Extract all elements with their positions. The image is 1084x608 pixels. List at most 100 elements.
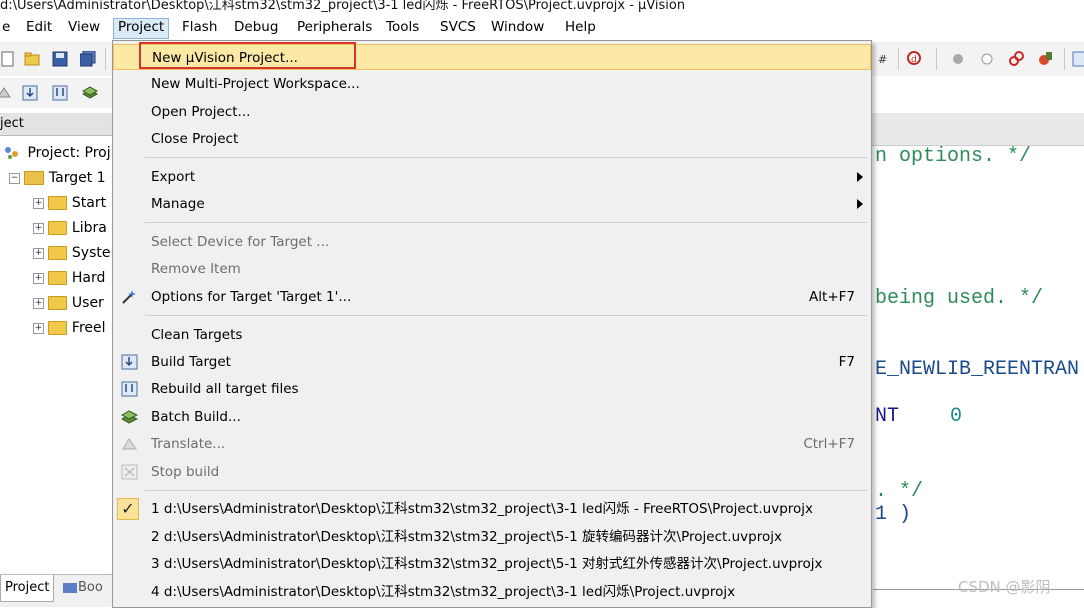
menu-view[interactable]: View bbox=[64, 18, 104, 37]
menu-separator bbox=[145, 490, 867, 491]
expand-icon[interactable]: + bbox=[33, 272, 44, 284]
translate-icon[interactable] bbox=[0, 85, 12, 101]
tree-group[interactable]: + Freel bbox=[33, 316, 106, 340]
menu-tools[interactable]: Tools bbox=[382, 18, 423, 37]
new-file-icon[interactable] bbox=[0, 51, 16, 67]
folder-icon bbox=[48, 271, 68, 285]
watermark: CSDN @影阴 bbox=[958, 578, 1051, 596]
tab-books[interactable]: Boo bbox=[58, 575, 107, 601]
tree-project-root[interactable]: Project: Proj bbox=[3, 141, 111, 165]
find-icon[interactable]: # bbox=[876, 51, 892, 67]
tab-project[interactable]: Project bbox=[0, 575, 55, 602]
menu-item-export[interactable]: Export bbox=[113, 164, 871, 190]
menu-item-label: Rebuild all target files bbox=[151, 381, 299, 397]
tree-project-label: Project: Proj bbox=[27, 145, 111, 161]
menu-item-shortcut: Alt+F7 bbox=[809, 289, 855, 305]
tree-group-label: Hard bbox=[71, 270, 106, 286]
menu-debug[interactable]: Debug bbox=[230, 18, 282, 37]
menu-item-label: Options for Target 'Target 1'... bbox=[151, 289, 352, 305]
menu-item-options-for-target[interactable]: Options for Target 'Target 1'... Alt+F7 bbox=[113, 284, 871, 310]
folder-icon bbox=[48, 321, 68, 335]
menu-help[interactable]: Help bbox=[561, 18, 600, 37]
tree-group-label: Start bbox=[71, 195, 107, 211]
tree-group[interactable]: + Syste bbox=[33, 241, 110, 265]
menu-item-label: Build Target bbox=[151, 354, 231, 370]
tree-group-label: Syste bbox=[71, 245, 111, 261]
window-layout-icon[interactable] bbox=[1072, 51, 1084, 67]
menu-item-recent-project[interactable]: 2 d:\Users\Administrator\Desktop\江科stm32… bbox=[113, 524, 871, 550]
svg-text:d: d bbox=[911, 55, 917, 65]
menu-item-label: 4 d:\Users\Administrator\Desktop\江科stm32… bbox=[151, 584, 736, 600]
translate-icon bbox=[122, 438, 137, 450]
build-toolbar bbox=[0, 78, 115, 108]
tree-target-label: Target 1 bbox=[48, 170, 106, 186]
menu-bar: e Edit View Project Flash Debug Peripher… bbox=[0, 14, 1084, 41]
menu-separator bbox=[145, 157, 867, 158]
menu-window[interactable]: Window bbox=[487, 18, 548, 37]
menu-flash[interactable]: Flash bbox=[178, 18, 221, 37]
menu-item-label: Remove Item bbox=[151, 261, 241, 277]
menu-svcs[interactable]: SVCS bbox=[436, 18, 480, 37]
menu-item-label: Close Project bbox=[151, 131, 239, 147]
expand-icon[interactable]: + bbox=[33, 297, 44, 309]
menu-item-clean-targets[interactable]: Clean Targets bbox=[113, 322, 871, 348]
menu-item-build-target[interactable]: Build Target F7 bbox=[113, 349, 871, 375]
code-line: being used. */ bbox=[875, 287, 1044, 310]
save-all-icon[interactable] bbox=[80, 51, 96, 67]
menu-edit[interactable]: Edit bbox=[22, 18, 56, 37]
menu-item-label: New Multi-Project Workspace... bbox=[151, 76, 360, 92]
menu-item-close-project[interactable]: Close Project bbox=[113, 126, 871, 152]
menu-file[interactable]: e bbox=[0, 18, 14, 37]
project-panel: ject Project: Proj − Target 1 + Start + … bbox=[0, 113, 114, 607]
tree-group[interactable]: + User bbox=[33, 291, 104, 315]
menu-item-remove-item: Remove Item bbox=[113, 256, 871, 282]
menu-item-new-workspace[interactable]: New Multi-Project Workspace... bbox=[113, 71, 871, 97]
menu-peripherals[interactable]: Peripherals bbox=[293, 18, 376, 37]
menu-item-label: Clean Targets bbox=[151, 327, 243, 343]
expand-icon[interactable]: + bbox=[33, 197, 44, 209]
menu-item-label: 3 d:\Users\Administrator\Desktop\江科stm32… bbox=[151, 556, 823, 572]
breakpoint-disabled-icon[interactable] bbox=[979, 51, 995, 67]
menu-item-recent-project[interactable]: ✓ 1 d:\Users\Administrator\Desktop\江科stm… bbox=[113, 496, 871, 522]
menu-item-select-device: Select Device for Target ... bbox=[113, 229, 871, 255]
menu-separator bbox=[145, 222, 867, 223]
editor-tabs bbox=[872, 113, 1084, 146]
tree-group[interactable]: + Start bbox=[33, 191, 106, 215]
breakpoint-icon[interactable] bbox=[950, 51, 966, 67]
stop-build-icon bbox=[121, 464, 138, 480]
kill-breakpoints-icon[interactable] bbox=[1008, 51, 1024, 67]
build-icon[interactable] bbox=[22, 85, 38, 101]
tree-target[interactable]: − Target 1 bbox=[9, 166, 106, 190]
menu-item-rebuild-all[interactable]: Rebuild all target files bbox=[113, 376, 871, 402]
expand-icon[interactable]: + bbox=[33, 222, 44, 234]
project-panel-header: ject bbox=[0, 113, 113, 136]
tree-group-label: User bbox=[71, 295, 104, 311]
rebuild-icon[interactable] bbox=[52, 85, 68, 101]
menu-item-label: Select Device for Target ... bbox=[151, 234, 330, 250]
window-title-bar: d:\Users\Administrator\Desktop\江科stm32\s… bbox=[0, 0, 1084, 12]
collapse-icon[interactable]: − bbox=[9, 172, 20, 184]
batch-build-icon[interactable] bbox=[82, 85, 98, 101]
tree-group[interactable]: + Hard bbox=[33, 266, 105, 290]
clear-breakpoints-icon[interactable] bbox=[1037, 51, 1053, 67]
save-icon[interactable] bbox=[52, 51, 68, 67]
debug-session-icon[interactable]: d bbox=[906, 51, 922, 67]
menu-item-label: Stop build bbox=[151, 464, 220, 480]
menu-item-recent-project[interactable]: 4 d:\Users\Administrator\Desktop\江科stm32… bbox=[113, 579, 871, 605]
menu-item-manage[interactable]: Manage bbox=[113, 191, 871, 217]
batch-build-icon bbox=[121, 410, 138, 424]
menu-item-label: Batch Build... bbox=[151, 409, 241, 425]
menu-item-batch-build[interactable]: Batch Build... bbox=[113, 404, 871, 430]
menu-item-recent-project[interactable]: 3 d:\Users\Administrator\Desktop\江科stm32… bbox=[113, 551, 871, 577]
menu-item-open-project[interactable]: Open Project... bbox=[113, 99, 871, 125]
project-menu: New µVision Project... New Multi-Project… bbox=[112, 40, 872, 608]
menu-project[interactable]: Project bbox=[113, 18, 170, 39]
rebuild-icon bbox=[121, 381, 138, 397]
submenu-arrow-icon bbox=[857, 172, 863, 182]
expand-icon[interactable]: + bbox=[33, 247, 44, 259]
open-folder-icon[interactable] bbox=[24, 51, 40, 67]
menu-item-label: Open Project... bbox=[151, 104, 251, 120]
expand-icon[interactable]: + bbox=[33, 322, 44, 334]
menu-item-translate: Translate... Ctrl+F7 bbox=[113, 431, 871, 457]
tree-group[interactable]: + Libra bbox=[33, 216, 107, 240]
